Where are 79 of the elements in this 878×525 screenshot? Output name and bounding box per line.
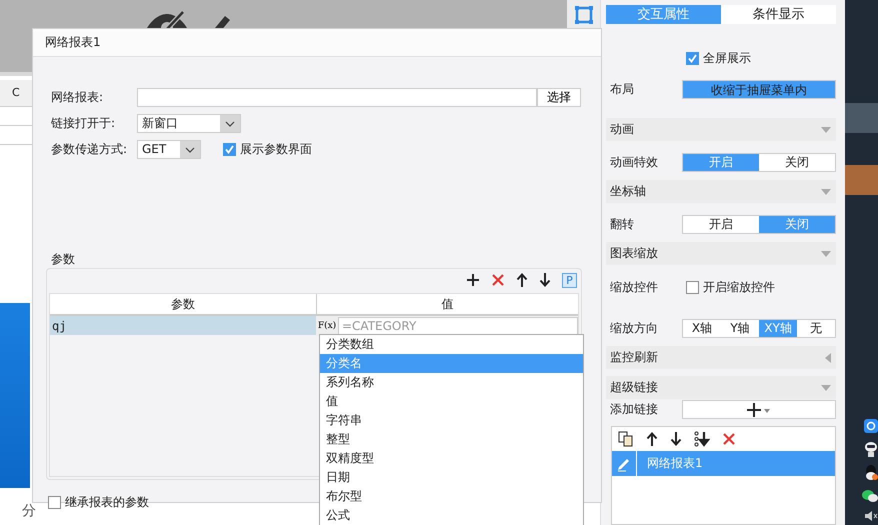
axis-label: 分: [22, 502, 36, 520]
arrow-down-icon[interactable]: [539, 273, 551, 287]
column-header: 参数: [50, 294, 317, 314]
menu-item[interactable]: 系列名称: [320, 373, 583, 392]
tab[interactable]: 条件显示: [721, 5, 836, 24]
penguin-icon[interactable]: [864, 465, 878, 481]
select-button[interactable]: 选择: [537, 88, 581, 107]
collapse-triangle-icon[interactable]: [821, 250, 831, 256]
checkbox-label: 开启缩放控件: [703, 279, 775, 296]
menu-item[interactable]: 整型: [320, 430, 583, 449]
delete-icon[interactable]: [491, 273, 505, 287]
field-label: 网络报表:: [51, 89, 104, 106]
checkbox-label: 继承报表的参数: [65, 494, 149, 511]
collapse-triangle-icon[interactable]: [821, 188, 831, 194]
section-title: 动画: [610, 121, 634, 138]
table-cell: qj: [50, 316, 316, 335]
section-header[interactable]: 坐标轴: [606, 180, 836, 203]
formula-button[interactable]: F(x): [316, 316, 338, 336]
field-label: 动画特效: [609, 154, 659, 171]
section-header[interactable]: 监控刷新: [606, 346, 836, 369]
collapse-triangle-icon[interactable]: [821, 126, 831, 132]
chat-icon[interactable]: [862, 489, 878, 503]
expand-triangle-icon[interactable]: [825, 352, 831, 362]
window-dropdown[interactable]: 新窗口: [137, 114, 241, 133]
menu-item[interactable]: 公式: [320, 506, 583, 525]
segment-option[interactable]: 关闭: [759, 154, 835, 171]
add-dropdown-icon: [747, 402, 771, 416]
delete-icon[interactable]: [722, 432, 736, 446]
method-dropdown[interactable]: GET: [137, 140, 201, 159]
field-label: 链接打开于:: [51, 115, 116, 132]
section-header[interactable]: 动画: [606, 118, 836, 141]
app-icon[interactable]: [864, 419, 878, 433]
field-label: 缩放控件: [609, 279, 659, 296]
field-label: 翻转: [609, 216, 635, 233]
arrow-down-icon[interactable]: [670, 432, 682, 446]
menu-item[interactable]: 日期: [320, 468, 583, 487]
robot-icon[interactable]: [864, 441, 878, 457]
collapse-triangle-icon[interactable]: [821, 384, 831, 390]
speaker-muted-icon[interactable]: [864, 511, 878, 521]
move-bottom-icon[interactable]: [694, 431, 710, 447]
field-label: 布局: [609, 81, 635, 98]
section-title: 图表缩放: [610, 245, 658, 262]
segment-option[interactable]: X轴: [683, 320, 721, 337]
copy-icon[interactable]: [618, 431, 634, 447]
menu-item[interactable]: 字符串: [320, 411, 583, 430]
segment-option[interactable]: 开启: [683, 216, 759, 233]
group-title: 参数: [50, 252, 76, 266]
checkbox[interactable]: [223, 143, 236, 156]
field-label: 参数传递方式:: [51, 141, 128, 158]
checkbox-label: 全屏展示: [703, 50, 751, 67]
caret-icon: [185, 146, 195, 152]
arrow-up-icon[interactable]: [646, 432, 658, 446]
arrow-up-icon[interactable]: [516, 273, 528, 287]
menu-item[interactable]: 布尔型: [320, 487, 583, 506]
window-title: 网络报表1: [33, 29, 601, 57]
checkbox[interactable]: [48, 496, 61, 509]
layout-option[interactable]: 收缩于抽屉菜单内: [682, 80, 836, 99]
segment-option[interactable]: 无: [797, 320, 835, 337]
column-header: 值: [440, 296, 454, 313]
menu-item[interactable]: 分类数组: [320, 335, 583, 354]
value-field[interactable]: =CATEGORY: [338, 316, 578, 334]
add-icon[interactable]: [466, 273, 480, 287]
frame-icon[interactable]: [574, 6, 592, 24]
field-label: 缩放方向: [609, 320, 659, 337]
section-header[interactable]: 超级链接: [606, 376, 836, 399]
section-title: 坐标轴: [610, 183, 646, 200]
menu-item[interactable]: 双精度型: [320, 449, 583, 468]
section-header[interactable]: 图表缩放: [606, 242, 836, 265]
menu-item[interactable]: 值: [320, 392, 583, 411]
checkbox[interactable]: [686, 281, 699, 294]
checkbox[interactable]: [686, 52, 699, 65]
report-field[interactable]: [137, 88, 537, 107]
segment-option[interactable]: Y轴: [721, 320, 759, 337]
checkbox-label: 展示参数界面: [240, 141, 312, 158]
add-link-button[interactable]: [682, 400, 836, 419]
section-title: 监控刷新: [610, 349, 658, 366]
field-label: 添加链接: [609, 401, 659, 418]
caret-icon: [225, 120, 235, 126]
section-title: 超级链接: [610, 379, 658, 396]
